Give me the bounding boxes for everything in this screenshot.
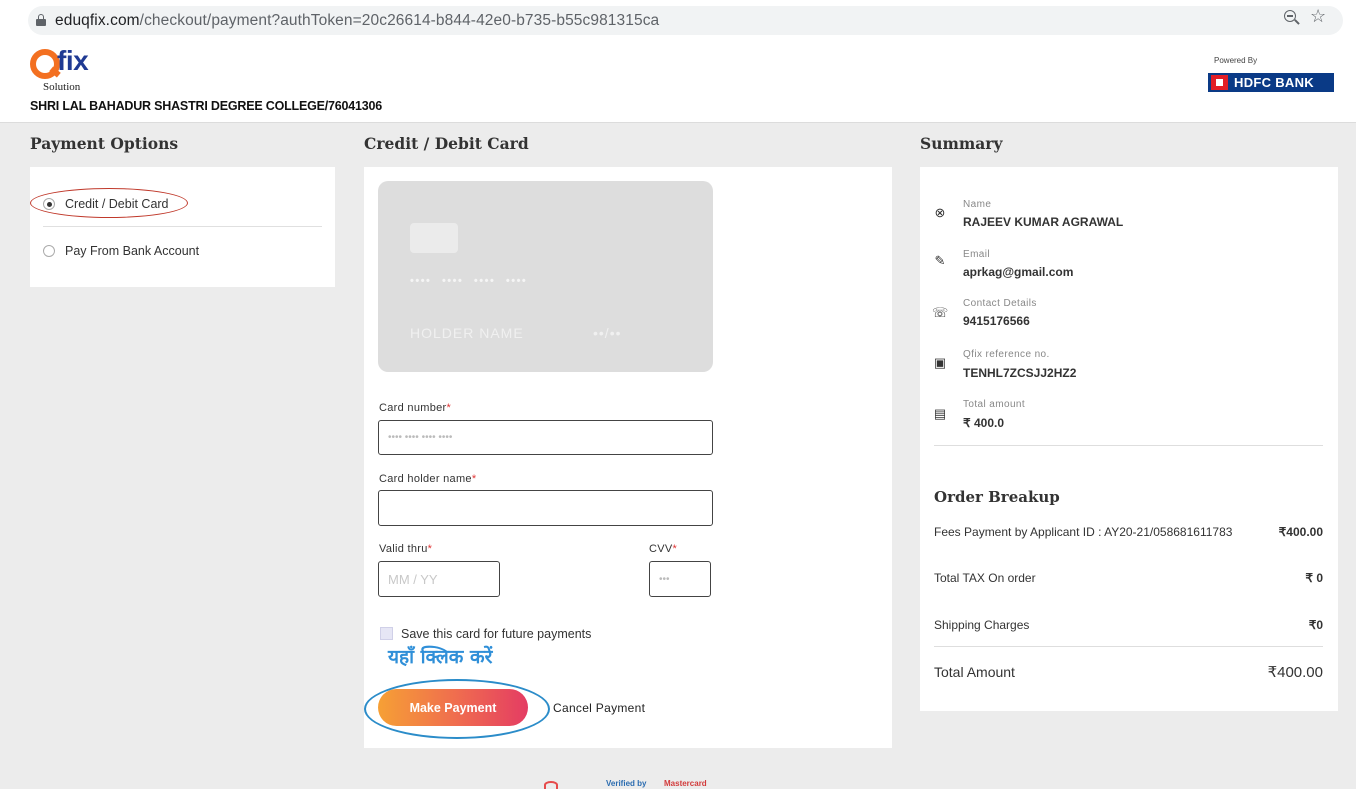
- college-name: SHRI LAL BAHADUR SHASTRI DEGREE COLLEGE/…: [30, 99, 383, 113]
- option-bank-account[interactable]: Pay From Bank Account: [43, 244, 199, 258]
- omnibox[interactable]: eduqfix.com/checkout/payment?authToken=2…: [28, 6, 1343, 35]
- summary-ref-label: Qfix reference no.: [963, 349, 1050, 360]
- hdfc-mark-icon: [1211, 75, 1228, 90]
- card-holder-input[interactable]: [378, 490, 713, 526]
- order-row-value: ₹400.00: [1278, 525, 1323, 539]
- phone-icon: ☏: [932, 305, 949, 320]
- bookmark-star-icon[interactable]: ☆: [1310, 6, 1326, 27]
- page-header: fix Solution SHRI LAL BAHADUR SHASTRI DE…: [0, 40, 1356, 123]
- order-row-value: ₹ 0: [1305, 571, 1323, 585]
- order-row-value: ₹0: [1308, 618, 1323, 632]
- summary-email-label: Email: [963, 249, 991, 260]
- card-preview-expiry: ••/••: [593, 325, 622, 341]
- save-card-label[interactable]: Save this card for future payments: [401, 627, 591, 641]
- hdfc-bank-text: HDFC BANK: [1234, 75, 1314, 90]
- summary-amount-label: Total amount: [963, 399, 1026, 410]
- order-divider: [934, 646, 1323, 647]
- hdfc-bank-logo: HDFC BANK: [1208, 73, 1334, 92]
- amount-icon: ▤: [933, 406, 947, 421]
- mastercard-text: Mastercard: [664, 779, 707, 788]
- cancel-payment-link[interactable]: Cancel Payment: [553, 701, 645, 715]
- lock-icon[interactable]: [36, 14, 46, 26]
- qfix-logo-text: fix: [57, 45, 89, 76]
- annotation-blue-ellipse: [364, 679, 550, 739]
- qfix-logo: fix Solution: [30, 45, 110, 93]
- footer-card-logos: Verified by Mastercard: [542, 779, 722, 789]
- verified-by-text: Verified by: [606, 779, 647, 788]
- cvv-input[interactable]: •••: [649, 561, 711, 597]
- summary-email-value: aprkag@gmail.com: [963, 265, 1074, 279]
- card-holder-label: Card holder name*: [379, 473, 477, 485]
- valid-thru-label: Valid thru*: [379, 543, 433, 555]
- payment-options-panel: Credit / Debit Card Pay From Bank Accoun…: [30, 167, 335, 287]
- order-row-label: Total TAX On order: [934, 571, 1036, 585]
- qfix-logo-subtext: Solution: [43, 81, 81, 93]
- summary-contact-label: Contact Details: [963, 298, 1037, 309]
- save-card-checkbox[interactable]: [380, 627, 393, 640]
- total-amount-value: ₹400.00: [1267, 664, 1323, 681]
- card-number-input[interactable]: •••• •••• •••• ••••: [378, 420, 713, 455]
- card-chip-icon: [410, 223, 458, 253]
- order-breakup-title: Order Breakup: [934, 488, 1060, 506]
- user-icon: ⊗: [934, 205, 946, 220]
- summary-amount-value: ₹ 400.0: [963, 416, 1004, 430]
- radio-unselected-icon[interactable]: [43, 245, 55, 257]
- card-number-label: Card number*: [379, 402, 452, 414]
- card-preview-holder: HOLDER NAME: [410, 325, 524, 341]
- email-pen-icon: ✎: [934, 253, 946, 268]
- total-amount-label: Total Amount: [934, 664, 1015, 680]
- option-divider: [43, 226, 322, 227]
- hindi-click-here-note: यहाँ क्लिक करें: [388, 646, 493, 668]
- payment-options-title: Payment Options: [30, 134, 179, 153]
- reference-id-icon: ▣: [933, 355, 947, 370]
- security-badge-icon: [544, 781, 558, 789]
- qfix-q-mark: [30, 49, 60, 79]
- summary-name-value: RAJEEV KUMAR AGRAWAL: [963, 215, 1124, 229]
- browser-address-bar: eduqfix.com/checkout/payment?authToken=2…: [0, 0, 1356, 40]
- card-preview-number: •••• •••• •••• ••••: [410, 275, 528, 287]
- summary-title: Summary: [920, 134, 1003, 153]
- cvv-label: CVV*: [649, 543, 678, 555]
- summary-contact-value: 9415176566: [963, 314, 1030, 328]
- summary-divider: [934, 445, 1323, 446]
- powered-by-label: Powered By: [1214, 56, 1258, 65]
- url-text[interactable]: eduqfix.com/checkout/payment?authToken=2…: [55, 12, 659, 30]
- card-preview: •••• •••• •••• •••• HOLDER NAME ••/••: [378, 181, 713, 372]
- card-section-title: Credit / Debit Card: [364, 134, 529, 153]
- order-row-label: Shipping Charges: [934, 618, 1030, 632]
- order-row-label: Fees Payment by Applicant ID : AY20-21/0…: [934, 525, 1233, 539]
- annotation-red-ellipse: [30, 188, 188, 218]
- zoom-out-icon[interactable]: [1284, 10, 1300, 26]
- summary-ref-value: TENHL7ZCSJJ2HZ2: [963, 366, 1077, 380]
- summary-name-label: Name: [963, 199, 992, 210]
- expiry-input[interactable]: MM / YY: [378, 561, 500, 597]
- option-label: Pay From Bank Account: [65, 244, 200, 258]
